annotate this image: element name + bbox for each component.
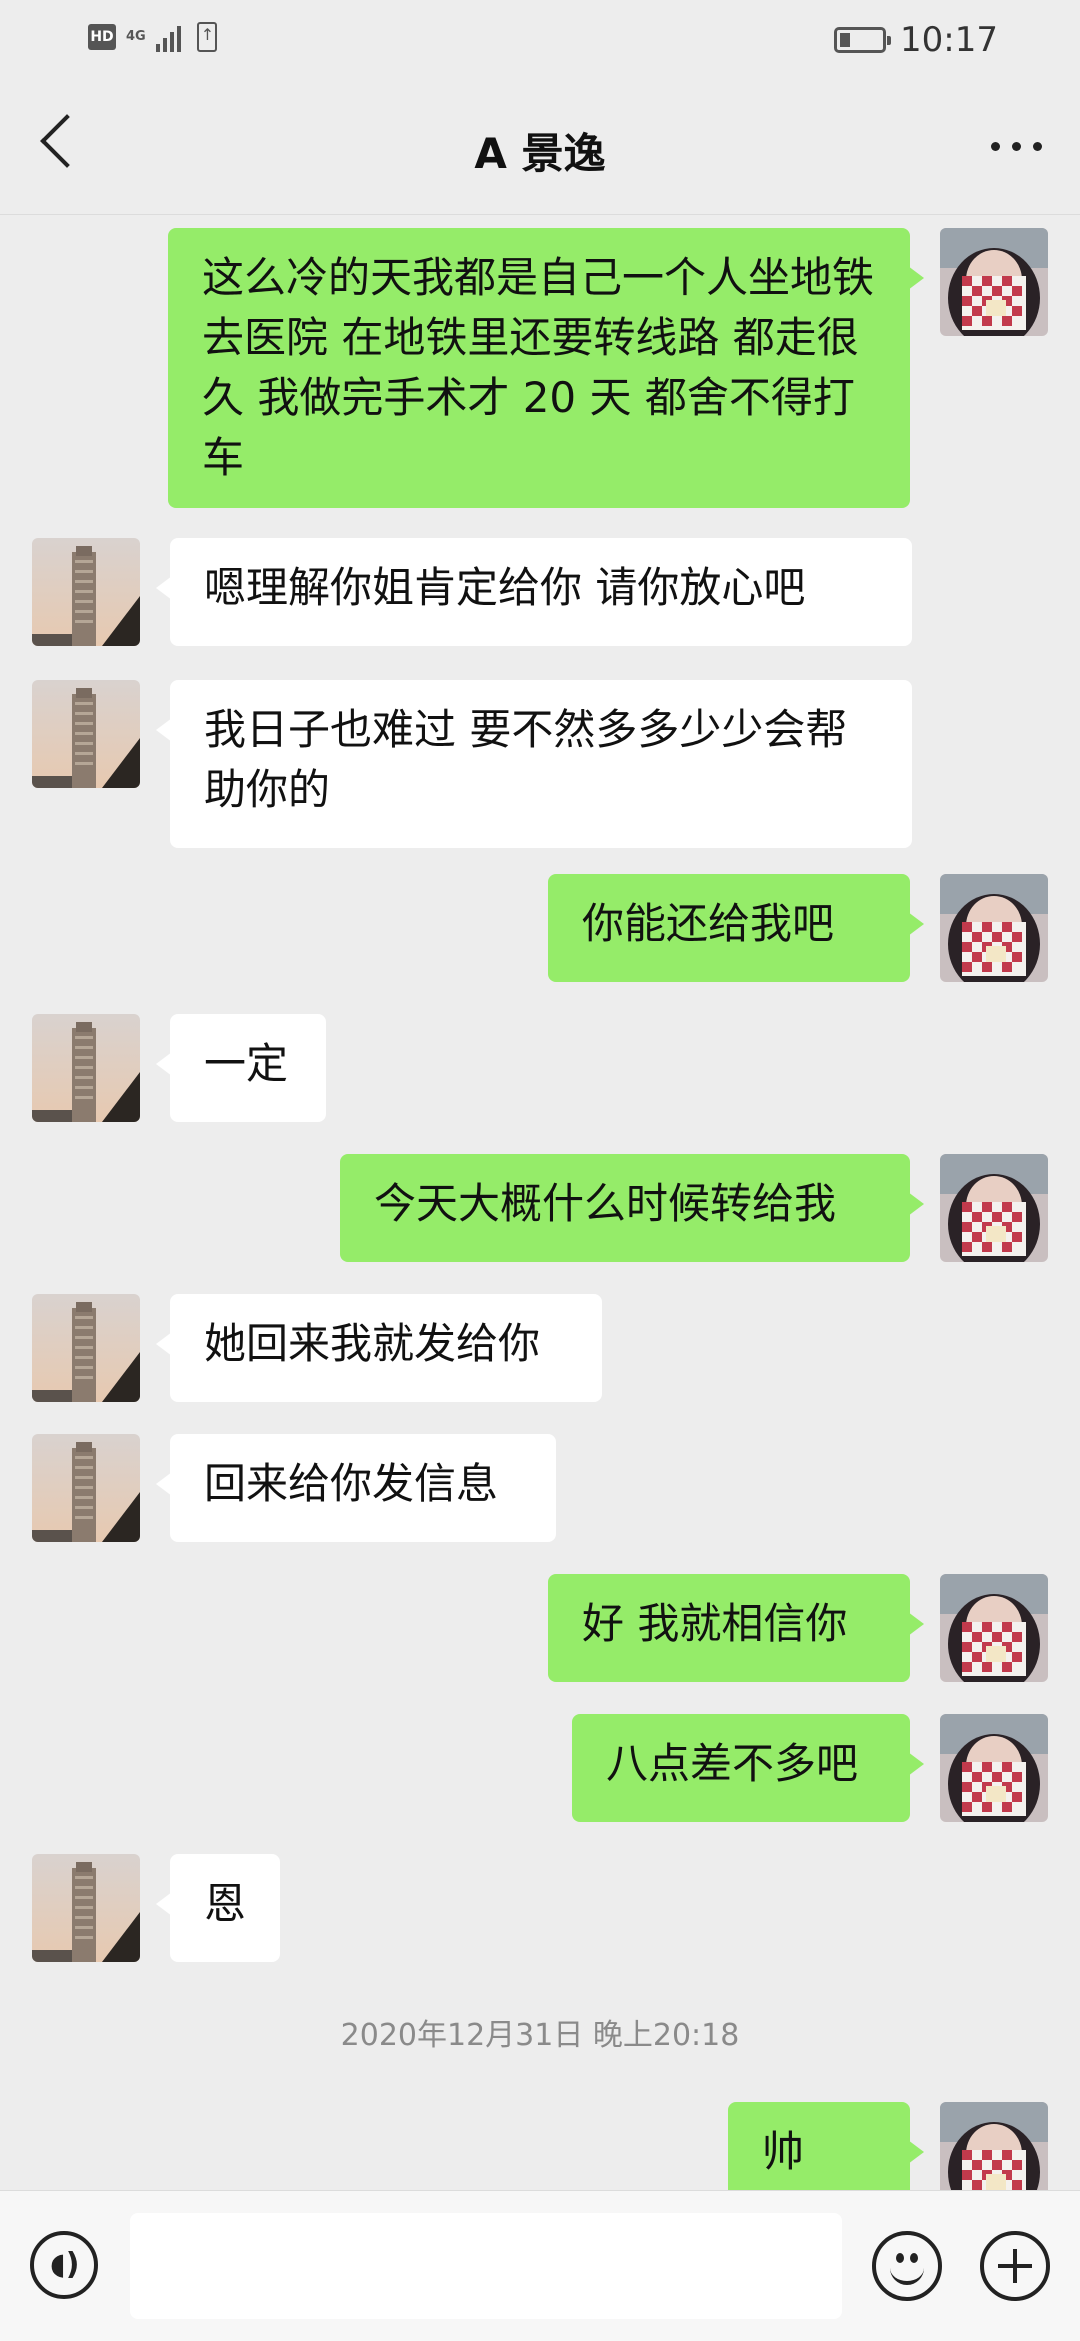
network-type: 4G bbox=[126, 29, 146, 44]
message-bubble-sent[interactable]: 你能还给我吧 bbox=[548, 874, 924, 982]
avatar-contact[interactable] bbox=[32, 1014, 140, 1122]
avatar-contact-image bbox=[32, 1014, 140, 1122]
avatar-self[interactable] bbox=[940, 1574, 1048, 1682]
avatar-contact-image bbox=[32, 538, 140, 646]
plus-icon[interactable] bbox=[980, 2231, 1050, 2301]
avatar-contact-image bbox=[32, 1294, 140, 1402]
hd-badge: HD bbox=[88, 24, 116, 50]
signal-icon bbox=[155, 22, 181, 52]
message-bubble-sent[interactable]: 今天大概什么时候转给我 bbox=[340, 1154, 924, 1262]
avatar-contact-image bbox=[32, 1434, 140, 1542]
avatar-self-image bbox=[940, 228, 1048, 336]
message-text: 帅哥？ bbox=[762, 2127, 846, 2190]
status-left: HD 4G bbox=[88, 22, 217, 52]
avatar-self[interactable] bbox=[940, 228, 1048, 336]
avatar-self-image bbox=[940, 2102, 1048, 2190]
avatar-contact[interactable] bbox=[32, 538, 140, 646]
message-text: 一定 bbox=[204, 1039, 289, 1088]
message-text: 这么冷的天我都是自己一个人坐地铁去医院 在地铁里还要转线路 都走很久 我做完手术… bbox=[202, 253, 875, 482]
avatar-self[interactable] bbox=[940, 874, 1048, 982]
avatar-self-image bbox=[940, 1574, 1048, 1682]
clock: 10:17 bbox=[900, 20, 998, 60]
avatar-self[interactable] bbox=[940, 2102, 1048, 2190]
message-text: 回来给你发信息 bbox=[204, 1459, 499, 1508]
message-bubble-received[interactable]: 她回来我就发给你 bbox=[156, 1294, 602, 1402]
message-bubble-sent[interactable]: 帅哥？ bbox=[728, 2102, 924, 2190]
message-bubble-sent[interactable]: 这么冷的天我都是自己一个人坐地铁去医院 在地铁里还要转线路 都走很久 我做完手术… bbox=[168, 228, 924, 508]
message-text: 恩 bbox=[204, 1879, 247, 1928]
message-text: 好 我就相信你 bbox=[582, 1599, 848, 1648]
message-text: 我日子也难过 要不然多多少少会帮助你的 bbox=[204, 705, 848, 814]
message-timestamp: 2020年12月31日 晚上20:18 bbox=[340, 2018, 740, 2053]
chat-input-bar: ◖) bbox=[0, 2190, 1080, 2341]
message-text: 嗯理解你姐肯定给你 请你放心吧 bbox=[204, 563, 806, 612]
message-input[interactable] bbox=[130, 2213, 842, 2319]
avatar-contact[interactable] bbox=[32, 1434, 140, 1542]
message-bubble-received[interactable]: 恩 bbox=[156, 1854, 280, 1962]
message-list[interactable]: 这么冷的天我都是自己一个人坐地铁去医院 在地铁里还要转线路 都走很久 我做完手术… bbox=[0, 214, 1080, 2190]
avatar-self-image bbox=[940, 1154, 1048, 1262]
avatar-self[interactable] bbox=[940, 1714, 1048, 1822]
status-right: 10:17 bbox=[834, 20, 998, 60]
chat-title: A 景逸 bbox=[474, 129, 606, 178]
message-text: 她回来我就发给你 bbox=[204, 1319, 541, 1368]
avatar-contact[interactable] bbox=[32, 680, 140, 788]
message-text: 你能还给我吧 bbox=[582, 899, 835, 948]
voice-icon[interactable]: ◖) bbox=[30, 2231, 98, 2299]
avatar-contact[interactable] bbox=[32, 1294, 140, 1402]
message-bubble-received[interactable]: 我日子也难过 要不然多多少少会帮助你的 bbox=[156, 680, 912, 848]
chat-header: A 景逸 bbox=[0, 80, 1080, 215]
avatar-self-image bbox=[940, 874, 1048, 982]
message-text: 今天大概什么时候转给我 bbox=[374, 1179, 837, 1228]
message-text: 八点差不多吧 bbox=[606, 1739, 859, 1788]
avatar-contact-image bbox=[32, 1854, 140, 1962]
avatar-self[interactable] bbox=[940, 1154, 1048, 1262]
status-bar: HD 4G 10:17 bbox=[0, 0, 1080, 80]
avatar-self-image bbox=[940, 1714, 1048, 1822]
upload-icon bbox=[196, 22, 217, 52]
message-bubble-received[interactable]: 回来给你发信息 bbox=[156, 1434, 556, 1542]
message-bubble-sent[interactable]: 八点差不多吧 bbox=[572, 1714, 924, 1822]
avatar-contact-image bbox=[32, 680, 140, 788]
more-dots-icon[interactable] bbox=[991, 142, 1042, 151]
battery-icon bbox=[834, 27, 892, 53]
message-bubble-sent[interactable]: 好 我就相信你 bbox=[548, 1574, 924, 1682]
message-bubble-received[interactable]: 嗯理解你姐肯定给你 请你放心吧 bbox=[156, 538, 912, 646]
message-bubble-received[interactable]: 一定 bbox=[156, 1014, 326, 1122]
avatar-contact[interactable] bbox=[32, 1854, 140, 1962]
emoji-icon[interactable] bbox=[872, 2231, 942, 2301]
